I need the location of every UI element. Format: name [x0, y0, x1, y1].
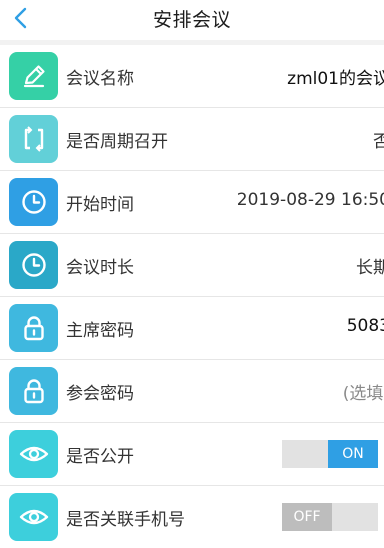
periodic-label: 是否周期召开 [66, 132, 168, 152]
duration-value: 长期 [356, 258, 384, 278]
arrange-meeting-screen: 安排会议 会议名称 zml01的会议 是否周期召开 否 开始时间 2019-08… [0, 0, 384, 548]
link-phone-label: 是否关联手机号 [66, 510, 185, 530]
participant-password-row[interactable]: 参会密码 (选填) [0, 360, 384, 423]
lock-icon [9, 367, 58, 415]
start-time-row[interactable]: 开始时间 2019-08-29 16:50 [0, 171, 384, 234]
link-phone-toggle[interactable]: OFF [282, 503, 378, 531]
eye-icon [9, 493, 58, 541]
chairman-password-label: 主席密码 [66, 321, 134, 341]
meeting-name-row[interactable]: 会议名称 zml01的会议 [0, 45, 384, 108]
chairman-password-row[interactable]: 主席密码 5083 [0, 297, 384, 360]
page-title: 安排会议 [152, 9, 231, 31]
public-row: 是否公开 ON [0, 423, 384, 486]
toggle-on-indicator: ON [328, 440, 378, 468]
toggle-off-indicator: OFF [282, 503, 332, 531]
header-bar: 安排会议 [0, 0, 384, 40]
periodic-row[interactable]: 是否周期召开 否 [0, 108, 384, 171]
duration-row[interactable]: 会议时长 长期 [0, 234, 384, 297]
lock-icon [9, 304, 58, 352]
meeting-name-label: 会议名称 [66, 69, 134, 89]
public-toggle[interactable]: ON [282, 440, 378, 468]
clock-icon [9, 241, 58, 289]
start-time-label: 开始时间 [66, 195, 134, 215]
public-label: 是否公开 [66, 447, 134, 467]
meeting-name-value: zml01的会议 [287, 69, 384, 89]
chairman-password-value: 5083 [346, 316, 384, 336]
participant-password-label: 参会密码 [66, 384, 134, 404]
meeting-settings-list: 会议名称 zml01的会议 是否周期召开 否 开始时间 2019-08-29 1… [0, 45, 384, 548]
link-phone-row: 是否关联手机号 OFF [0, 486, 384, 548]
pencil-icon [9, 52, 58, 100]
cycle-icon [9, 115, 58, 163]
duration-label: 会议时长 [66, 258, 134, 278]
start-time-value: 2019-08-29 16:50 [236, 190, 384, 210]
periodic-value: 否 [373, 132, 384, 152]
clock-icon [9, 178, 58, 226]
eye-icon [9, 430, 58, 478]
participant-password-input[interactable]: (选填) [343, 379, 384, 404]
